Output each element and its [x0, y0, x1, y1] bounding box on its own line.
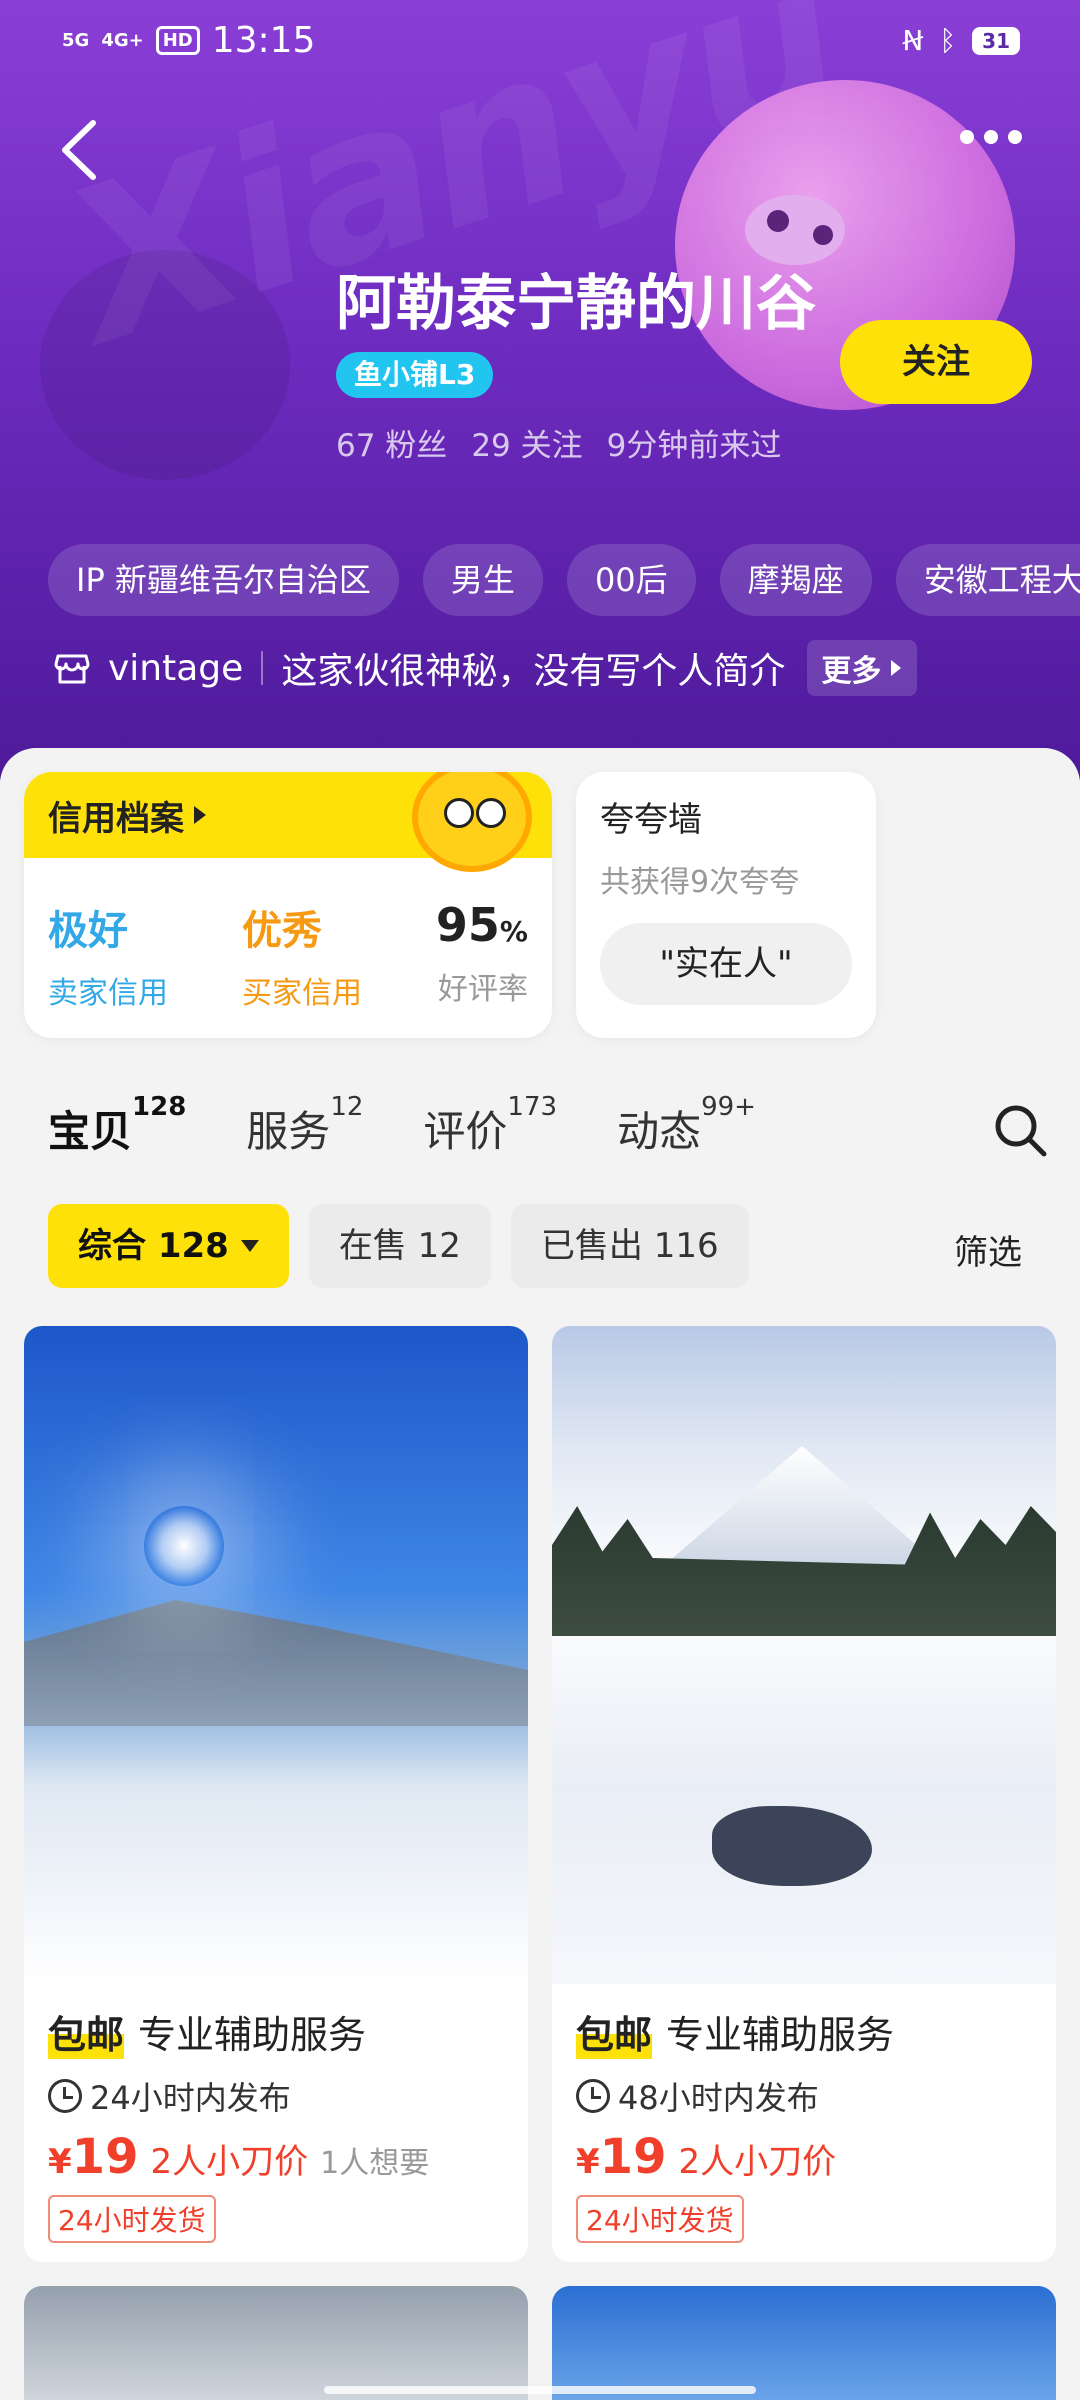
- bio-more-button[interactable]: 更多: [807, 640, 918, 696]
- tag-zodiac: 摩羯座: [719, 544, 872, 616]
- item-title: 专业辅助服务: [666, 2013, 895, 2057]
- item-image: [24, 1326, 528, 1984]
- profile-header: Xianyu 5G 4G+ HD 13:15 Ꞥ ᛒ 31 阿勒泰宁静的川谷 鱼…: [0, 0, 1080, 780]
- clock-icon: [576, 2079, 610, 2113]
- tag-gender: 男生: [422, 544, 543, 616]
- positive-rate-value: 95: [435, 898, 500, 952]
- praise-wall-card[interactable]: 夸夸墙 共获得9次夸夸 "实在人": [576, 772, 876, 1038]
- tab-reviews-count: 173: [507, 1092, 558, 1122]
- item-card-partial[interactable]: [552, 2286, 1056, 2400]
- screen-filter-button[interactable]: 筛选: [954, 1225, 1022, 1274]
- caret-right-icon: [194, 806, 206, 824]
- item-time: 48小时内发布: [618, 2079, 819, 2117]
- item-image: [552, 1326, 1056, 1984]
- tab-items-count: 128: [132, 1092, 187, 1122]
- hd-icon: HD: [155, 26, 200, 55]
- price-value: 19: [71, 2129, 139, 2185]
- filter-sold[interactable]: 已售出 116: [510, 1204, 749, 1288]
- filter-chips: 综合 128 在售 12 已售出 116: [48, 1204, 749, 1288]
- seller-grade: 极好: [48, 908, 128, 954]
- praise-title: 夸夸墙: [600, 800, 702, 840]
- signal-5g-icon: 5G: [62, 29, 90, 51]
- tag-age: 00后: [566, 544, 696, 616]
- clock-icon: [48, 2079, 82, 2113]
- currency-symbol: ¥: [576, 2142, 600, 2182]
- profile-name: 阿勒泰宁静的川谷: [336, 269, 816, 339]
- tab-moments[interactable]: 动态99+: [617, 1092, 756, 1159]
- shipping-tag: 24小时发货: [576, 2195, 744, 2243]
- home-indicator[interactable]: [324, 2386, 756, 2394]
- currency-symbol: ¥: [48, 2142, 72, 2182]
- tab-reviews[interactable]: 评价173: [423, 1092, 557, 1159]
- item-time: 24小时内发布: [90, 2079, 291, 2117]
- positive-rate-label: 好评率: [437, 972, 528, 1007]
- tab-items-label: 宝贝: [48, 1107, 133, 1156]
- more-options-icon[interactable]: [960, 130, 1022, 144]
- profile-tags: IP 新疆维吾尔自治区 男生 00后 摩羯座 安徽工程大学: [48, 544, 1080, 616]
- buyer-grade: 优秀: [241, 908, 322, 954]
- bargain-label: 2人小刀价: [150, 2142, 309, 2182]
- level-badge[interactable]: 鱼小铺L3: [336, 352, 494, 398]
- follow-button[interactable]: 关注: [840, 320, 1032, 404]
- caret-right-icon: [891, 660, 902, 676]
- price-value: 19: [599, 2129, 667, 2185]
- bluetooth-icon: ᛒ: [939, 24, 957, 57]
- tab-services-count: 12: [330, 1092, 364, 1122]
- bargain-label: 2人小刀价: [678, 2142, 837, 2182]
- profile-tabs: 宝贝128 服务12 评价173 动态99+: [48, 1092, 756, 1159]
- item-card[interactable]: 包邮 专业辅助服务 48小时内发布 ¥19 2人小刀价 24小时发货: [552, 1326, 1056, 2262]
- credit-title: 信用档案: [48, 798, 184, 839]
- positive-rate: 95%: [436, 898, 528, 952]
- bio-text: 这家伙很神秘，没有写个人简介: [281, 651, 786, 692]
- item-card[interactable]: 包邮 专业辅助服务 24小时内发布 ¥19 2人小刀价 1人想要 24小时发货: [24, 1326, 528, 2262]
- positive-rate-unit: %: [499, 915, 528, 948]
- tag-school: 安徽工程大学: [895, 544, 1080, 616]
- filter-all[interactable]: 综合 128: [48, 1204, 289, 1288]
- signal-4g-icon: 4G+: [101, 29, 144, 51]
- profile-bio: vintage 这家伙很神秘，没有写个人简介 更多: [52, 640, 918, 696]
- praise-subtitle: 共获得9次夸夸: [600, 865, 800, 900]
- tab-services-label: 服务: [246, 1107, 331, 1156]
- bio-more-label: 更多: [821, 654, 882, 689]
- search-icon[interactable]: [990, 1100, 1050, 1160]
- buyer-label: 买家信用: [241, 976, 362, 1011]
- chevron-down-icon: [240, 1240, 259, 1252]
- item-title: 专业辅助服务: [138, 2013, 367, 2057]
- followers-count[interactable]: 67 粉丝: [336, 420, 447, 465]
- tab-reviews-label: 评价: [423, 1107, 508, 1156]
- bio-brand: vintage: [108, 647, 244, 689]
- item-price: ¥19: [48, 2129, 138, 2185]
- credit-card[interactable]: 信用档案 极好 卖家信用 优秀 买家信用 95% 好评率: [24, 772, 552, 1038]
- shop-icon: [54, 654, 90, 684]
- shipping-tag: 24小时发货: [48, 2195, 216, 2243]
- tab-items[interactable]: 宝贝128: [48, 1092, 186, 1159]
- tab-services[interactable]: 服务12: [246, 1092, 363, 1159]
- last-seen: 9分钟前来过: [606, 428, 782, 464]
- seller-label: 卖家信用: [48, 976, 168, 1011]
- tag-ip: IP 新疆维吾尔自治区: [48, 544, 399, 616]
- status-bar: 5G 4G+ HD 13:15 Ꞥ ᛒ 31: [0, 0, 1080, 80]
- back-arrow-icon[interactable]: [55, 115, 105, 185]
- battery-icon: 31: [972, 26, 1020, 55]
- free-shipping-badge: 包邮: [576, 2004, 653, 2059]
- following-count[interactable]: 29 关注: [471, 420, 582, 465]
- item-price: ¥19: [576, 2129, 666, 2185]
- profile-stats: 67 粉丝 29 关注 9分钟前来过: [336, 420, 781, 465]
- decor-blob: [40, 250, 290, 480]
- free-shipping-badge: 包邮: [48, 2004, 125, 2059]
- nfc-icon: Ꞥ: [902, 24, 924, 57]
- clock-time: 13:15: [211, 20, 316, 61]
- tab-moments-count: 99+: [701, 1092, 756, 1122]
- want-count: 1人想要: [320, 2146, 430, 2181]
- tab-moments-label: 动态: [617, 1107, 702, 1156]
- bio-divider: [261, 651, 264, 685]
- filter-all-label: 综合 128: [78, 1226, 229, 1266]
- item-card-partial[interactable]: [24, 2286, 528, 2400]
- filter-on-sale[interactable]: 在售 12: [308, 1204, 491, 1288]
- praise-pill: "实在人": [600, 923, 852, 1005]
